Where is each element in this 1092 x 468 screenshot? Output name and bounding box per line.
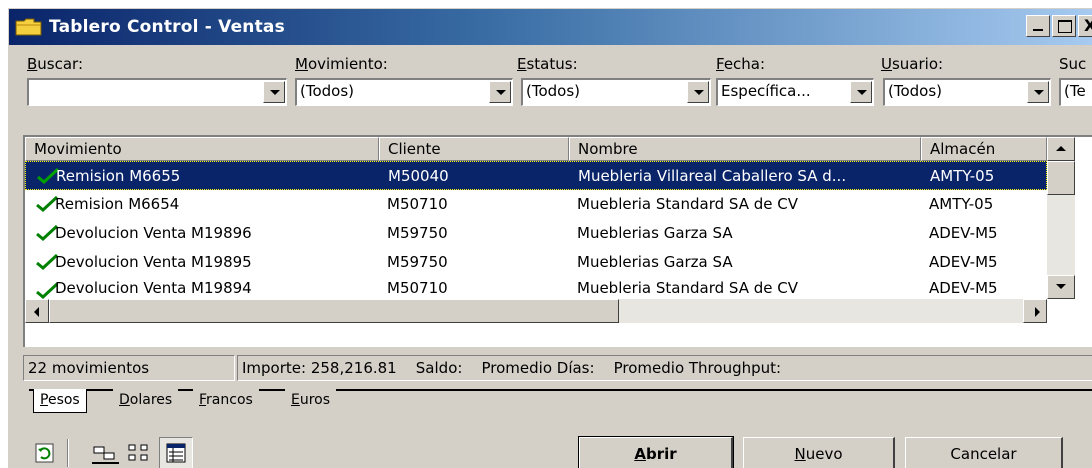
- table-row[interactable]: Devolucion Venta M19895 M59750 Muebleria…: [25, 248, 1047, 277]
- fecha-label: Fecha:: [716, 55, 766, 73]
- buscar-combo[interactable]: [27, 78, 287, 106]
- cell-nombre: Mueblerias Garza SA: [577, 253, 733, 271]
- cell-movimiento: Devolucion Venta M19894: [55, 279, 252, 297]
- chevron-down-icon[interactable]: [489, 81, 511, 103]
- title-bar[interactable]: Tablero Control - Ventas X: [9, 9, 1092, 45]
- cell-almacen: AMTY-05: [930, 167, 995, 185]
- cell-nombre: Muebleria Standard SA de CV: [577, 279, 798, 297]
- estatus-label: Estatus:: [517, 55, 578, 73]
- folder-icon: [15, 17, 43, 37]
- nuevo-button[interactable]: Nuevo: [743, 437, 895, 468]
- chevron-down-icon[interactable]: [263, 81, 285, 103]
- movimiento-combo[interactable]: (Todos): [295, 78, 513, 106]
- fecha-value: Específica...: [721, 82, 811, 100]
- vertical-scroll-thumb[interactable]: [1047, 161, 1075, 195]
- tab-pesos[interactable]: Pesos: [33, 389, 87, 413]
- cell-nombre: Mueblerias Garza SA: [577, 224, 733, 242]
- status-count: 22 movimientos: [23, 355, 235, 381]
- tab-francos[interactable]: Francos: [193, 389, 259, 413]
- sucursal-combo[interactable]: (Te: [1059, 78, 1092, 106]
- chevron-down-icon[interactable]: [850, 81, 872, 103]
- cell-almacen: ADEV-M5: [929, 279, 998, 297]
- cell-movimiento: Devolucion Venta M19896: [55, 224, 252, 242]
- window-title: Tablero Control - Ventas: [49, 17, 285, 37]
- sucursal-value: (Te: [1064, 82, 1086, 100]
- cell-almacen: AMTY-05: [929, 195, 994, 213]
- cell-cliente: M59750: [387, 253, 448, 271]
- chevron-down-icon[interactable]: [687, 81, 709, 103]
- movements-grid[interactable]: Movimiento Cliente Nombre Almacén Remisi…: [23, 135, 1092, 347]
- usuario-value: (Todos): [888, 82, 943, 100]
- estatus-combo[interactable]: (Todos): [521, 78, 711, 106]
- minimize-button[interactable]: [1026, 15, 1050, 37]
- maximize-button[interactable]: [1052, 15, 1076, 37]
- table-row[interactable]: Devolucion Venta M19896 M59750 Muebleria…: [25, 219, 1047, 248]
- details-view-icon: [166, 443, 186, 463]
- cell-almacen: ADEV-M5: [929, 253, 998, 271]
- cell-movimiento: Remision M6655: [56, 167, 181, 185]
- table-row[interactable]: Remision M6654 M50710 Muebleria Standard…: [25, 190, 1047, 219]
- toolbar-separator: [67, 439, 69, 467]
- buscar-label: Buscar:: [27, 55, 84, 73]
- refresh-icon: [35, 443, 54, 463]
- cell-almacen: ADEV-M5: [929, 224, 998, 242]
- preview-view-button[interactable]: [89, 437, 123, 468]
- column-header-almacen[interactable]: Almacén: [921, 137, 1047, 161]
- currency-tabs: Pesos Dolares Francos Euros: [29, 389, 1092, 417]
- tab-euros[interactable]: Euros: [285, 389, 337, 413]
- status-summary: Importe: 258,216.81 Saldo: Promedio Días…: [237, 355, 1092, 381]
- details-view-button[interactable]: [159, 437, 193, 468]
- cell-cliente: M50710: [387, 279, 448, 297]
- close-button[interactable]: X: [1078, 15, 1092, 37]
- usuario-label: Usuario:: [881, 55, 944, 73]
- chevron-down-icon[interactable]: [1027, 81, 1049, 103]
- column-header-nombre[interactable]: Nombre: [569, 137, 921, 161]
- tree-view-button[interactable]: [123, 437, 157, 468]
- cell-nombre: Muebleria Villareal Caballero SA d...: [578, 167, 847, 185]
- horizontal-scroll-thumb[interactable]: [49, 299, 619, 323]
- cell-cliente: M59750: [387, 224, 448, 242]
- scroll-down-icon[interactable]: [1047, 275, 1075, 299]
- tabs-baseline: [29, 389, 1092, 391]
- cell-cliente: M50710: [387, 195, 448, 213]
- cell-nombre: Muebleria Standard SA de CV: [577, 195, 798, 213]
- fecha-combo[interactable]: Específica...: [716, 78, 874, 106]
- scroll-up-icon[interactable]: [1047, 137, 1075, 161]
- cell-movimiento: Remision M6654: [55, 195, 180, 213]
- movimiento-label: Movimiento:: [295, 55, 388, 73]
- tree-view-icon: [128, 444, 148, 461]
- table-row[interactable]: Devolucion Venta M19894 M50710 Muebleria…: [25, 277, 1047, 299]
- cell-movimiento: Devolucion Venta M19895: [55, 253, 252, 271]
- movimiento-value: (Todos): [300, 82, 355, 100]
- vertical-scrollbar[interactable]: [1047, 137, 1075, 299]
- tab-dolares[interactable]: Dolares: [113, 389, 179, 413]
- main-window: Tablero Control - Ventas X Buscar: Movim…: [8, 8, 1092, 468]
- horizontal-scrollbar[interactable]: [25, 299, 1047, 323]
- refresh-button[interactable]: [27, 437, 61, 468]
- cancelar-button[interactable]: Cancelar: [905, 437, 1063, 468]
- scroll-right-icon[interactable]: [1023, 299, 1047, 323]
- table-row[interactable]: Remision M6655 M50040 Muebleria Villarea…: [25, 161, 1047, 190]
- column-header-movimiento[interactable]: Movimiento: [25, 137, 379, 161]
- grid-header: Movimiento Cliente Nombre Almacén: [25, 137, 1092, 161]
- cell-cliente: M50040: [388, 167, 449, 185]
- scroll-left-icon[interactable]: [25, 299, 49, 323]
- abrir-button[interactable]: Abrir: [578, 436, 734, 468]
- preview-icon: [92, 446, 119, 464]
- sucursal-label: Suc: [1059, 55, 1087, 73]
- estatus-value: (Todos): [526, 82, 581, 100]
- usuario-combo[interactable]: (Todos): [883, 78, 1051, 106]
- column-header-cliente[interactable]: Cliente: [379, 137, 569, 161]
